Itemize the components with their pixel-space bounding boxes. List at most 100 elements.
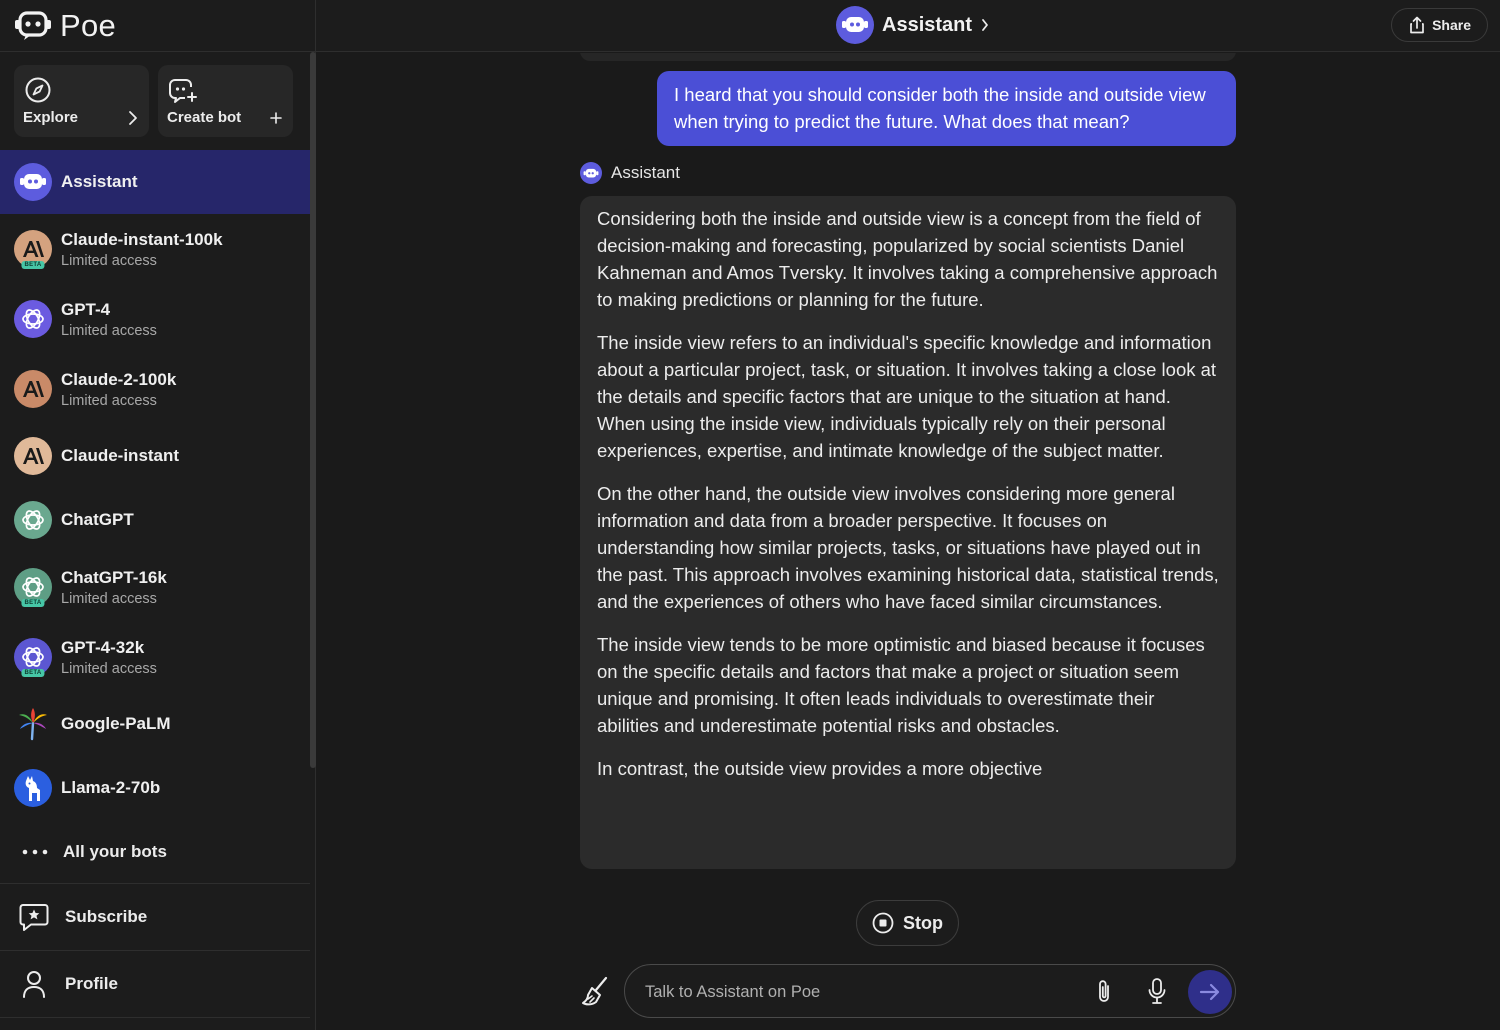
message-paragraph: On the other hand, the outside view invo… — [597, 483, 1219, 612]
assistant-bot-icon — [842, 17, 868, 32]
message-input-wrapper — [624, 964, 1236, 1018]
assistant-bot-icon — [583, 168, 599, 177]
bot-access-status: Limited access — [61, 590, 157, 607]
chevron-right-icon — [129, 111, 137, 125]
page-title: Assistant — [882, 13, 973, 36]
sidebar-item-gpt-4-32k[interactable]: BETA GPT-4-32k Limited access — [0, 622, 310, 692]
bot-access-status: Limited access — [61, 660, 157, 677]
top-bar: Assistant Share — [316, 0, 1500, 52]
sidebar-item-claude-instant[interactable]: Claude-instant — [0, 424, 310, 488]
share-icon — [1410, 16, 1424, 34]
create-bot-label: Create bot — [167, 109, 242, 126]
message-paragraph: The inside view refers to an individual'… — [597, 332, 1217, 461]
plus-icon — [270, 112, 282, 124]
bot-access-status: Limited access — [61, 322, 157, 339]
sidebar-scroll-area: Explore Create bot Assistant BETA Claude… — [0, 52, 310, 1030]
chatgpt-avatar — [14, 501, 52, 539]
message-paragraph: Considering both the inside and outside … — [597, 208, 1218, 310]
star-message-icon — [19, 904, 49, 931]
clear-context-broom-icon[interactable] — [580, 975, 610, 1007]
claude-avatar — [14, 370, 52, 408]
llama-avatar — [14, 769, 52, 807]
assistant-message: Considering both the inside and outside … — [580, 196, 1236, 869]
message-paragraph: The inside view tends to be more optimis… — [597, 634, 1205, 736]
paperclip-icon[interactable] — [1095, 978, 1113, 1006]
message-input[interactable] — [645, 979, 1075, 1005]
sidebar-item-gpt-4[interactable]: GPT-4 Limited access — [0, 284, 310, 354]
share-button[interactable]: Share — [1391, 8, 1488, 42]
chevron-right-icon — [982, 19, 988, 31]
google-palm-avatar — [14, 705, 52, 743]
more-dots-icon — [22, 849, 48, 854]
explore-button[interactable]: Explore — [14, 65, 149, 137]
anthropic-logo-icon — [23, 448, 44, 464]
app-name: Poe — [60, 7, 117, 43]
sidebar-item-chatgpt[interactable]: ChatGPT — [0, 488, 310, 552]
sidebar-item-chatgpt-16k[interactable]: BETA ChatGPT-16k Limited access — [0, 552, 310, 622]
bot-name: Assistant — [61, 172, 138, 191]
share-label: Share — [1432, 17, 1471, 33]
bot-name: Claude-2-100k — [61, 369, 177, 389]
assistant-bot-icon — [20, 174, 46, 189]
sidebar-item-assistant[interactable]: Assistant — [0, 150, 310, 214]
subscribe-label: Subscribe — [65, 907, 148, 926]
bot-name: ChatGPT — [61, 510, 134, 529]
stop-button[interactable]: Stop — [856, 900, 959, 946]
profile-label: Profile — [65, 974, 118, 993]
create-bot-button[interactable]: Create bot — [158, 65, 293, 137]
message-composer — [580, 964, 1236, 1018]
sidebar-cards: Explore Create bot — [0, 52, 310, 150]
all-your-bots-button[interactable]: All your bots — [0, 820, 310, 884]
openai-logo-icon — [22, 309, 44, 329]
user-message: I heard that you should consider both th… — [657, 71, 1236, 146]
bot-name: GPT-4 — [61, 299, 111, 319]
assistant-message-header: Assistant — [580, 162, 680, 184]
bot-access-status: Limited access — [61, 392, 157, 409]
beta-badge: BETA — [21, 261, 45, 269]
compass-icon — [25, 77, 51, 103]
openai-logo-icon — [22, 510, 44, 530]
bot-name: Llama-2-70b — [61, 778, 161, 797]
beta-badge: BETA — [21, 599, 45, 607]
stop-label: Stop — [903, 912, 943, 933]
explore-label: Explore — [23, 109, 79, 126]
assistant-name: Assistant — [611, 163, 680, 182]
user-icon — [23, 971, 45, 998]
arrow-right-icon — [1199, 983, 1220, 1001]
llama-icon — [25, 776, 40, 801]
send-button[interactable] — [1188, 970, 1232, 1014]
assistant-avatar — [836, 6, 874, 44]
poe-logo[interactable]: Poe — [14, 8, 116, 44]
openai-logo-icon — [22, 647, 44, 667]
bot-name: Claude-instant-100k — [61, 229, 223, 249]
microphone-icon[interactable] — [1147, 977, 1167, 1005]
previous-message-edge — [580, 53, 1236, 61]
anthropic-logo-icon — [23, 241, 44, 257]
assistant-avatar — [14, 163, 52, 201]
claude-avatar — [14, 437, 52, 475]
sidebar-item-claude-2-100k[interactable]: Claude-2-100k Limited access — [0, 354, 310, 424]
profile-button[interactable]: Profile — [0, 951, 310, 1018]
openai-logo-icon — [22, 577, 44, 597]
poe-logo-icon — [15, 10, 51, 40]
claude-avatar: BETA — [14, 230, 52, 269]
chatgpt-avatar: BETA — [14, 568, 52, 607]
all-your-bots-label: All your bots — [63, 841, 167, 861]
sidebar-item-llama-2-70b[interactable]: Llama-2-70b — [0, 756, 310, 820]
chat-area: I heard that you should consider both th… — [316, 53, 1500, 1030]
stop-icon — [872, 912, 894, 934]
anthropic-logo-icon — [23, 381, 44, 397]
assistant-small-avatar — [580, 162, 602, 184]
bot-access-status: Limited access — [61, 252, 157, 269]
sidebar-item-claude-instant-100k[interactable]: BETA Claude-instant-100k Limited access — [0, 214, 310, 284]
bot-title-button[interactable]: Assistant — [836, 6, 990, 44]
gpt-4-avatar — [14, 300, 52, 338]
sidebar-item-google-palm[interactable]: Google-PaLM — [0, 692, 310, 756]
palm-tree-icon — [19, 708, 47, 741]
create-bot-icon — [169, 79, 197, 103]
message-paragraph: In contrast, the outside view provides a… — [597, 758, 1043, 779]
bot-name: Google-PaLM — [61, 714, 171, 733]
bot-name: ChatGPT-16k — [61, 567, 167, 587]
subscribe-button[interactable]: Subscribe — [0, 884, 310, 951]
bot-name: GPT-4-32k — [61, 637, 145, 657]
